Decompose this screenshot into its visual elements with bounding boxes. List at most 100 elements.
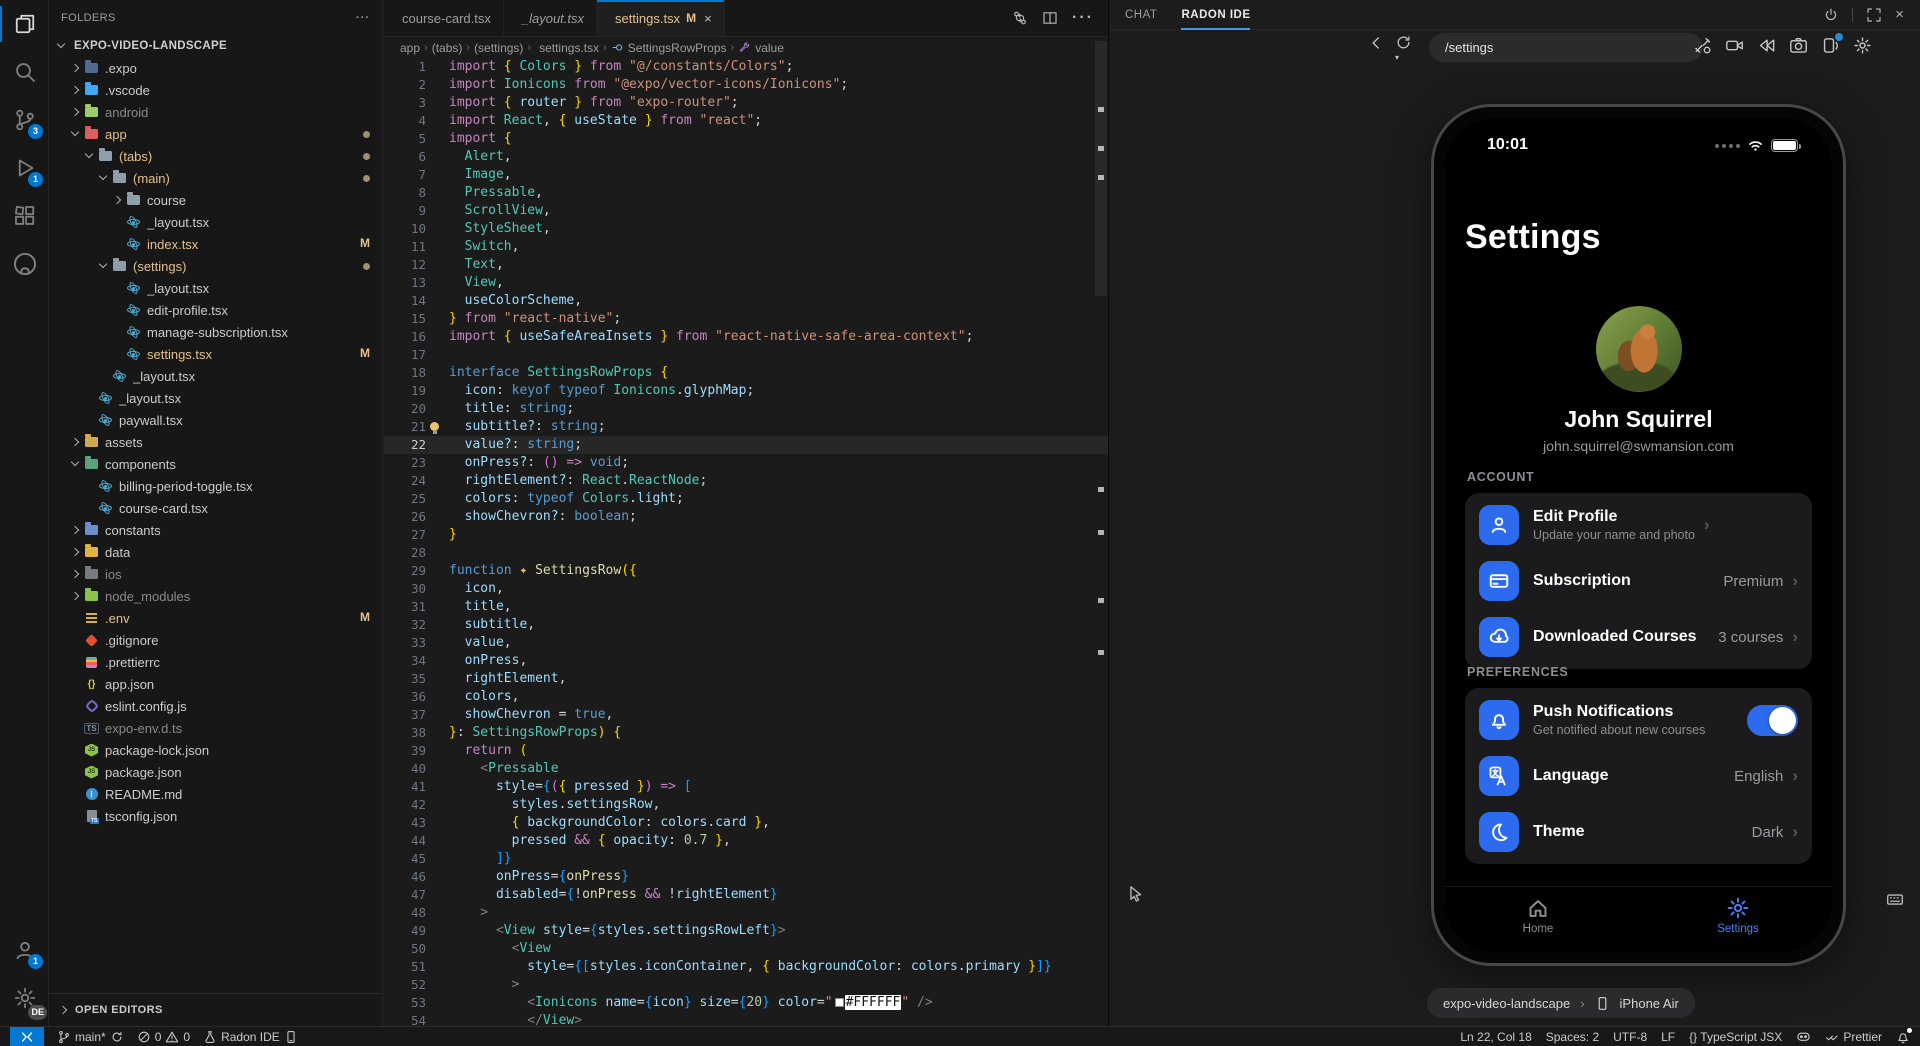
- devrot-tool-icon[interactable]: [1821, 36, 1840, 55]
- settings-row-edit-profile[interactable]: Edit ProfileUpdate your name and photo›: [1465, 497, 1812, 553]
- code-line[interactable]: 54 </View>: [384, 1012, 1108, 1026]
- code-line[interactable]: 48 >: [384, 904, 1108, 922]
- breadcrumb-item[interactable]: (tabs): [432, 41, 463, 55]
- breadcrumb-item[interactable]: value: [738, 41, 784, 55]
- code-line[interactable]: 51 style={[styles.iconContainer, { backg…: [384, 958, 1108, 976]
- tree-item[interactable]: billing-period-toggle.tsx: [49, 475, 382, 497]
- code-line[interactable]: 9 ScrollView,: [384, 202, 1108, 220]
- panel-tab-chat[interactable]: CHAT: [1125, 0, 1157, 30]
- code-line[interactable]: 23 onPress?: () => void;: [384, 454, 1108, 472]
- code-line[interactable]: 7 Image,: [384, 166, 1108, 184]
- activity-github[interactable]: [0, 240, 49, 288]
- tab-course-card.tsx[interactable]: course-card.tsx: [384, 0, 504, 36]
- tree-item[interactable]: {}app.json: [49, 673, 382, 695]
- status-encoding[interactable]: UTF-8: [1613, 1030, 1647, 1044]
- code-line[interactable]: 42 styles.settingsRow,: [384, 796, 1108, 814]
- status-problems[interactable]: 00: [137, 1030, 190, 1044]
- code-line[interactable]: 13 View,: [384, 274, 1108, 292]
- code-line[interactable]: 33 value,: [384, 634, 1108, 652]
- code-line[interactable]: 17: [384, 346, 1108, 364]
- code-line[interactable]: 24 rightElement?: React.ReactNode;: [384, 472, 1108, 490]
- breadcrumb-item[interactable]: settings.tsx: [535, 41, 599, 55]
- code-line[interactable]: 2import Ionicons from "@expo/vector-icon…: [384, 76, 1108, 94]
- keyboard-icon[interactable]: [1886, 890, 1904, 908]
- code-line[interactable]: 37 showChevron = true,: [384, 706, 1108, 724]
- settings-row-theme[interactable]: ThemeDark›: [1465, 804, 1812, 860]
- status-prettier[interactable]: Prettier: [1825, 1030, 1882, 1044]
- code-line[interactable]: 47 disabled={!onPress && !rightElement}: [384, 886, 1108, 904]
- tree-item[interactable]: settings.tsxM: [49, 343, 382, 365]
- profile-avatar[interactable]: [1596, 306, 1682, 392]
- tree-item[interactable]: course-card.tsx: [49, 497, 382, 519]
- activity-run-debug[interactable]: 1: [0, 144, 49, 192]
- code-line[interactable]: 25 colors: typeof Colors.light;: [384, 490, 1108, 508]
- device-select-pill[interactable]: expo-video-landscape › iPhone Air: [1427, 988, 1695, 1018]
- code-line[interactable]: 18interface SettingsRowProps {: [384, 364, 1108, 382]
- activity-source-control[interactable]: 3: [0, 96, 49, 144]
- status-radon-ide[interactable]: Radon IDE: [203, 1030, 298, 1044]
- breadcrumb-item[interactable]: (settings): [474, 41, 523, 55]
- code-line[interactable]: 30 icon,: [384, 580, 1108, 598]
- settings-row-push-notifications[interactable]: Push NotificationsGet notified about new…: [1465, 692, 1812, 748]
- tree-item[interactable]: .envM: [49, 607, 382, 629]
- code-line[interactable]: 32 subtitle,: [384, 616, 1108, 634]
- tree-item[interactable]: (tabs): [49, 145, 382, 167]
- code-line[interactable]: 35 rightElement,: [384, 670, 1108, 688]
- code-line[interactable]: 6 Alert,: [384, 148, 1108, 166]
- code-line[interactable]: 41 style={({ pressed }) => [: [384, 778, 1108, 796]
- code-line[interactable]: 12 Text,: [384, 256, 1108, 274]
- code-line[interactable]: 45 ]}: [384, 850, 1108, 868]
- code-line[interactable]: 38}: SettingsRowProps) {: [384, 724, 1108, 742]
- code-line[interactable]: 46 onPress={onPress}: [384, 868, 1108, 886]
- code-line[interactable]: 14 useColorScheme,: [384, 292, 1108, 310]
- more-actions-icon[interactable]: ···: [1072, 9, 1094, 27]
- code-line[interactable]: 49 <View style={styles.settingsRowLeft}>: [384, 922, 1108, 940]
- reload-button[interactable]: ▾: [1395, 34, 1412, 69]
- open-editors-header[interactable]: OPEN EDITORS: [49, 993, 382, 1026]
- activity-search[interactable]: [0, 48, 49, 96]
- status-notifications[interactable]: [1896, 1030, 1910, 1044]
- code-line[interactable]: 43 { backgroundColor: colors.card },: [384, 814, 1108, 832]
- tree-item[interactable]: .vscode: [49, 79, 382, 101]
- code-line[interactable]: 39 return (: [384, 742, 1108, 760]
- power-icon[interactable]: [1823, 7, 1839, 23]
- code-line[interactable]: 44 pressed && { opacity: 0.7 },: [384, 832, 1108, 850]
- code-line[interactable]: 26 showChevron?: boolean;: [384, 508, 1108, 526]
- code-line[interactable]: 4import React, { useState } from "react"…: [384, 112, 1108, 130]
- code-line[interactable]: 16import { useSafeAreaInsets } from "rea…: [384, 328, 1108, 346]
- inspect-element-icon[interactable]: [1127, 884, 1145, 902]
- rewind-tool-icon[interactable]: [1757, 36, 1776, 55]
- phone-screen[interactable]: 10:01 Settings John Squirrel john.squirr…: [1445, 118, 1832, 952]
- tree-item[interactable]: android: [49, 101, 382, 123]
- status-copilot[interactable]: [1796, 1029, 1811, 1044]
- code-line[interactable]: 10 StyleSheet,: [384, 220, 1108, 238]
- tree-item[interactable]: TSexpo-env.d.ts: [49, 717, 382, 739]
- explorer-more-icon[interactable]: ···: [356, 12, 370, 24]
- code-line[interactable]: 28: [384, 544, 1108, 562]
- status-eol[interactable]: LF: [1661, 1030, 1675, 1044]
- settings-row-downloaded-courses[interactable]: Downloaded Courses3 courses›: [1465, 609, 1812, 665]
- settings-row-language[interactable]: LanguageEnglish›: [1465, 748, 1812, 804]
- code-line[interactable]: 11 Switch,: [384, 238, 1108, 256]
- tree-item[interactable]: tsconfig.json: [49, 805, 382, 827]
- tree-item[interactable]: node_modules: [49, 585, 382, 607]
- tree-item[interactable]: _layout.tsx: [49, 277, 382, 299]
- compare-editor-icon[interactable]: [1012, 10, 1028, 26]
- tree-item[interactable]: app: [49, 123, 382, 145]
- tree-item[interactable]: data: [49, 541, 382, 563]
- phone-tab-home[interactable]: Home: [1493, 896, 1583, 935]
- expand-icon[interactable]: [1866, 7, 1882, 23]
- tree-item[interactable]: eslint.config.js: [49, 695, 382, 717]
- code-line[interactable]: 50 <View: [384, 940, 1108, 958]
- tree-item[interactable]: (settings): [49, 255, 382, 277]
- settings-row-subscription[interactable]: SubscriptionPremium›: [1465, 553, 1812, 609]
- panel-tab-radon-ide[interactable]: RADON IDE: [1181, 0, 1250, 30]
- code-line[interactable]: 8 Pressable,: [384, 184, 1108, 202]
- code-line[interactable]: 1import { Colors } from "@/constants/Col…: [384, 58, 1108, 76]
- breadcrumb-item[interactable]: SettingsRowProps: [611, 41, 727, 55]
- tree-item[interactable]: .gitignore: [49, 629, 382, 651]
- route-url-bar[interactable]: /settings: [1429, 33, 1703, 62]
- code-line[interactable]: 20 title: string;: [384, 400, 1108, 418]
- tree-item[interactable]: iREADME.md: [49, 783, 382, 805]
- tree-item[interactable]: paywall.tsx: [49, 409, 382, 431]
